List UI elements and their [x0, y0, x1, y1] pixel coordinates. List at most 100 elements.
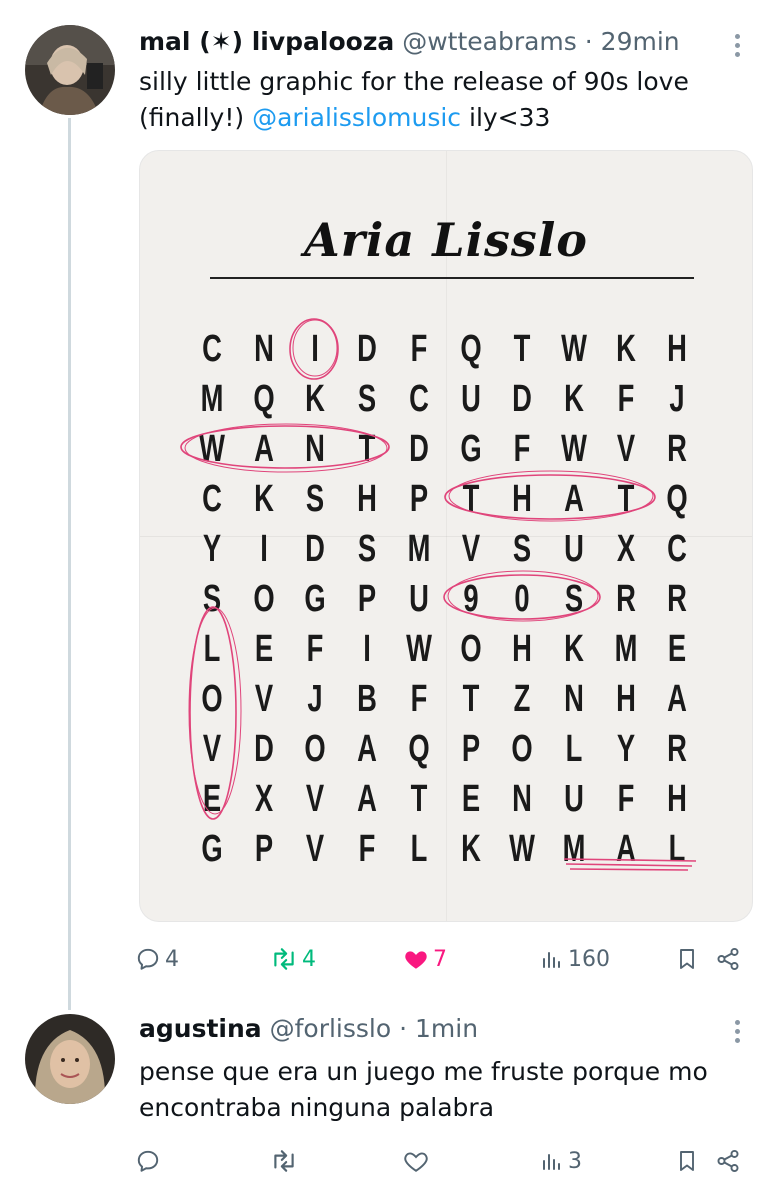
grid-letter: R	[667, 428, 688, 470]
grid-letter: C	[202, 478, 222, 520]
grid-letter: M	[200, 378, 224, 420]
avatar[interactable]	[25, 25, 115, 115]
user-handle[interactable]: @forlisslo	[270, 1014, 392, 1043]
grid-letter: F	[617, 378, 634, 420]
grid-letter: K	[253, 478, 274, 520]
grid-letter: V	[306, 778, 325, 820]
grid-letter: C	[202, 328, 222, 370]
grid-letter: R	[667, 578, 688, 620]
share-button[interactable]	[715, 1144, 741, 1178]
user-handle[interactable]: @wtteabrams	[402, 27, 577, 56]
bookmark-icon	[680, 949, 694, 969]
grid-letter: B	[357, 678, 377, 720]
grid-letter: D	[357, 328, 377, 370]
share-icon	[717, 1149, 739, 1173]
views-button[interactable]: 3	[540, 1144, 582, 1178]
like-button[interactable]: 7	[403, 942, 447, 976]
grid-letter: E	[202, 778, 222, 820]
poster-title: Aria Lisslo	[304, 213, 588, 267]
tweet-media-image[interactable]: Aria Lisslo CNIDFQTWKHMQKSCUDKFJWANTDGFW…	[139, 150, 753, 922]
grid-letter: M	[407, 528, 431, 570]
grid-letter: P	[254, 828, 273, 870]
share-button[interactable]	[715, 942, 741, 976]
bookmark-button[interactable]	[675, 942, 699, 976]
timestamp[interactable]: 29min	[601, 27, 680, 56]
reply-actions: 3	[135, 1144, 745, 1178]
grid-letter: T	[410, 778, 428, 820]
like-count: 7	[433, 946, 447, 972]
grid-letter: Q	[666, 478, 688, 520]
tweet-header: mal (✶) livpalooza @wtteabrams · 29min	[139, 27, 680, 56]
grid-letter: V	[461, 528, 480, 570]
views-count: 160	[568, 946, 610, 972]
poster-divider	[210, 277, 694, 279]
reply-text-line: encontraba ninguna palabra	[139, 1093, 495, 1122]
tweet-text-line: (finally!) @arialisslomusic ily<33	[139, 100, 689, 136]
retweet-button[interactable]: 4	[270, 942, 316, 976]
grid-letter: V	[254, 678, 273, 720]
grid-letter: 0	[514, 578, 530, 620]
views-count: 3	[568, 1148, 582, 1174]
mention-link[interactable]: @arialisslomusic	[252, 103, 461, 132]
grid-letter: H	[667, 328, 688, 370]
grid-letter: S	[357, 528, 377, 570]
tweet-text-fragment: (finally!)	[139, 103, 253, 132]
grid-letter: H	[512, 628, 533, 670]
grid-letter: X	[254, 778, 273, 820]
grid-letter: H	[615, 678, 636, 720]
like-button[interactable]	[403, 1144, 433, 1178]
reply-button[interactable]	[135, 1144, 165, 1178]
grid-letter: T	[358, 428, 376, 470]
grid-letter: F	[513, 428, 531, 470]
more-icon[interactable]	[727, 34, 747, 64]
grid-letter: F	[307, 628, 324, 670]
timestamp[interactable]: 1min	[415, 1014, 478, 1043]
avatar[interactable]	[25, 1014, 115, 1104]
grid-letter: M	[614, 628, 637, 670]
grid-letter: G	[459, 428, 482, 470]
grid-letter: J	[307, 678, 323, 720]
reply-icon	[137, 1150, 159, 1172]
grid-letter: W	[509, 828, 536, 870]
grid-letter: W	[560, 428, 587, 470]
grid-letter: K	[460, 828, 481, 870]
views-icon	[543, 952, 560, 968]
grid-letter: P	[461, 728, 480, 770]
bookmark-button[interactable]	[675, 1144, 699, 1178]
grid-letter: Y	[616, 728, 635, 770]
grid-letter: T	[462, 678, 479, 720]
grid-letter: X	[616, 528, 635, 570]
grid-letter: E	[668, 628, 687, 670]
grid-letter: O	[459, 628, 482, 670]
display-name[interactable]: agustina	[139, 1014, 262, 1043]
more-icon[interactable]	[727, 1020, 747, 1050]
grid-letter: M	[562, 828, 586, 870]
thread-line	[68, 118, 71, 1010]
grid-letter: U	[564, 778, 584, 820]
grid-letter: I	[259, 528, 268, 570]
reply-text-line: pense que era un juego me fruste porque …	[139, 1057, 708, 1086]
display-name[interactable]: mal (✶) livpalooza	[139, 27, 394, 56]
grid-letter: S	[202, 578, 222, 620]
grid-letter: A	[357, 728, 377, 770]
grid-letter: L	[668, 828, 686, 870]
grid-letter: G	[201, 828, 223, 870]
grid-letter: K	[305, 378, 326, 420]
retweet-count: 4	[302, 946, 316, 972]
grid-letter: C	[667, 528, 688, 570]
word-search-grid: CNIDFQTWKHMQKSCUDKFJWANTDGFWVRCKSHPTHATQ…	[192, 327, 712, 870]
grid-letter: O	[511, 728, 533, 770]
grid-letter: C	[408, 378, 429, 420]
grid-letter: O	[253, 578, 275, 620]
grid-letter: F	[410, 678, 428, 720]
grid-letter: A	[615, 828, 636, 870]
grid-letter: N	[564, 678, 584, 720]
views-button[interactable]: 160	[540, 942, 610, 976]
tweet-text-line: silly little graphic for the release of …	[139, 67, 689, 96]
grid-letter: E	[254, 628, 273, 670]
grid-letter: T	[617, 478, 634, 520]
retweet-button[interactable]	[270, 1144, 302, 1178]
reply-button[interactable]: 4	[135, 942, 179, 976]
tweet-actions: 4 4 7 160	[135, 942, 745, 976]
grid-letter: A	[357, 778, 377, 820]
